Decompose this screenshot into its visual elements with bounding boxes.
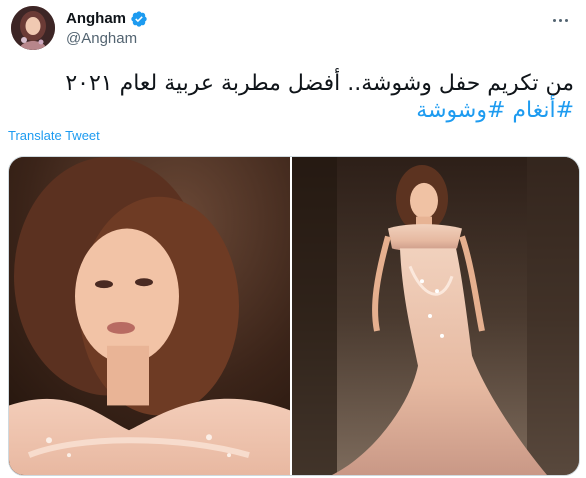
tweet-header: Angham @Angham — [0, 0, 586, 60]
tweet-hashtags-line: #أنغام #وشوشة — [14, 97, 574, 124]
photo-portrait-closeup[interactable] — [9, 157, 290, 475]
translate-tweet-link[interactable]: Translate Tweet — [8, 128, 100, 144]
hashtag-angham[interactable]: #أنغام — [512, 98, 574, 123]
tweet-media-grid — [8, 156, 580, 476]
avatar-portrait-icon — [11, 6, 55, 50]
more-options-icon[interactable] — [548, 10, 572, 30]
full-gown-image — [292, 157, 579, 475]
author-display-name[interactable]: Angham — [66, 10, 126, 28]
author-handle[interactable]: @Angham — [66, 30, 137, 48]
verified-badge-icon — [131, 11, 147, 27]
hashtag-washwasha[interactable]: #وشوشة — [416, 98, 505, 123]
tweet-text-line: من تكريم حفل وشوشة.. أفضل مطربة عربية لع… — [65, 71, 574, 96]
tweet-text: من تكريم حفل وشوشة.. أفضل مطربة عربية لع… — [14, 70, 574, 124]
portrait-closeup-image — [9, 157, 290, 475]
photo-full-gown[interactable] — [292, 157, 579, 475]
profile-avatar[interactable] — [11, 6, 55, 50]
author-name-row: Angham — [66, 10, 148, 28]
